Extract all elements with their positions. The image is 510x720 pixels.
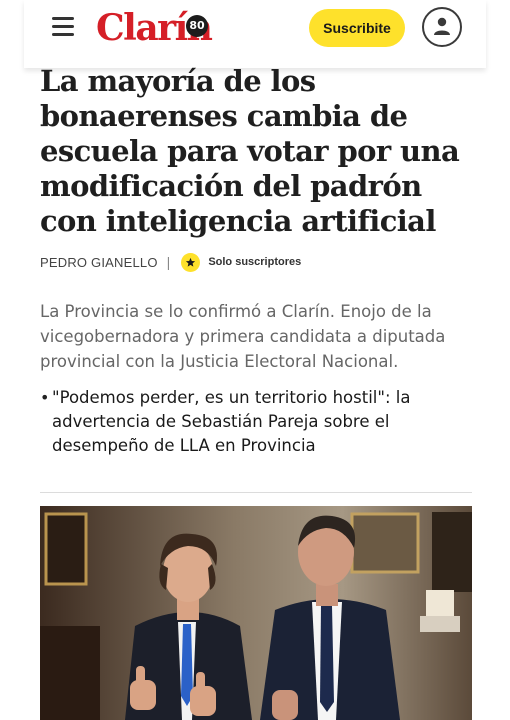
related-article: • "Podemos perder, es un territorio host… bbox=[40, 386, 480, 458]
site-header: Clarín 80 Suscribite bbox=[24, 0, 486, 68]
byline: PEDRO GIANELLO | Solo suscriptores bbox=[40, 252, 301, 272]
hamburger-menu-icon[interactable] bbox=[52, 17, 74, 37]
article-headline: La mayoría de los bonaerenses cambia de … bbox=[40, 64, 460, 238]
divider bbox=[40, 492, 472, 493]
article-photo[interactable] bbox=[40, 506, 472, 720]
subscribe-button[interactable]: Suscribite bbox=[309, 9, 405, 47]
user-icon bbox=[434, 17, 450, 35]
logo-anniversary-badge: 80 bbox=[186, 15, 208, 37]
subscribers-only-label: Solo suscriptores bbox=[208, 256, 302, 268]
related-article-link[interactable]: "Podemos perder, es un territorio hostil… bbox=[52, 386, 480, 458]
byline-separator: | bbox=[166, 254, 171, 270]
author-name[interactable]: PEDRO GIANELLO bbox=[40, 255, 158, 270]
related-bullet: • bbox=[40, 388, 50, 407]
article-photo-illustration bbox=[40, 506, 472, 720]
user-account-button[interactable] bbox=[422, 7, 462, 47]
article-summary: La Provincia se lo confirmó a Clarín. En… bbox=[40, 302, 446, 371]
star-icon bbox=[181, 252, 201, 272]
